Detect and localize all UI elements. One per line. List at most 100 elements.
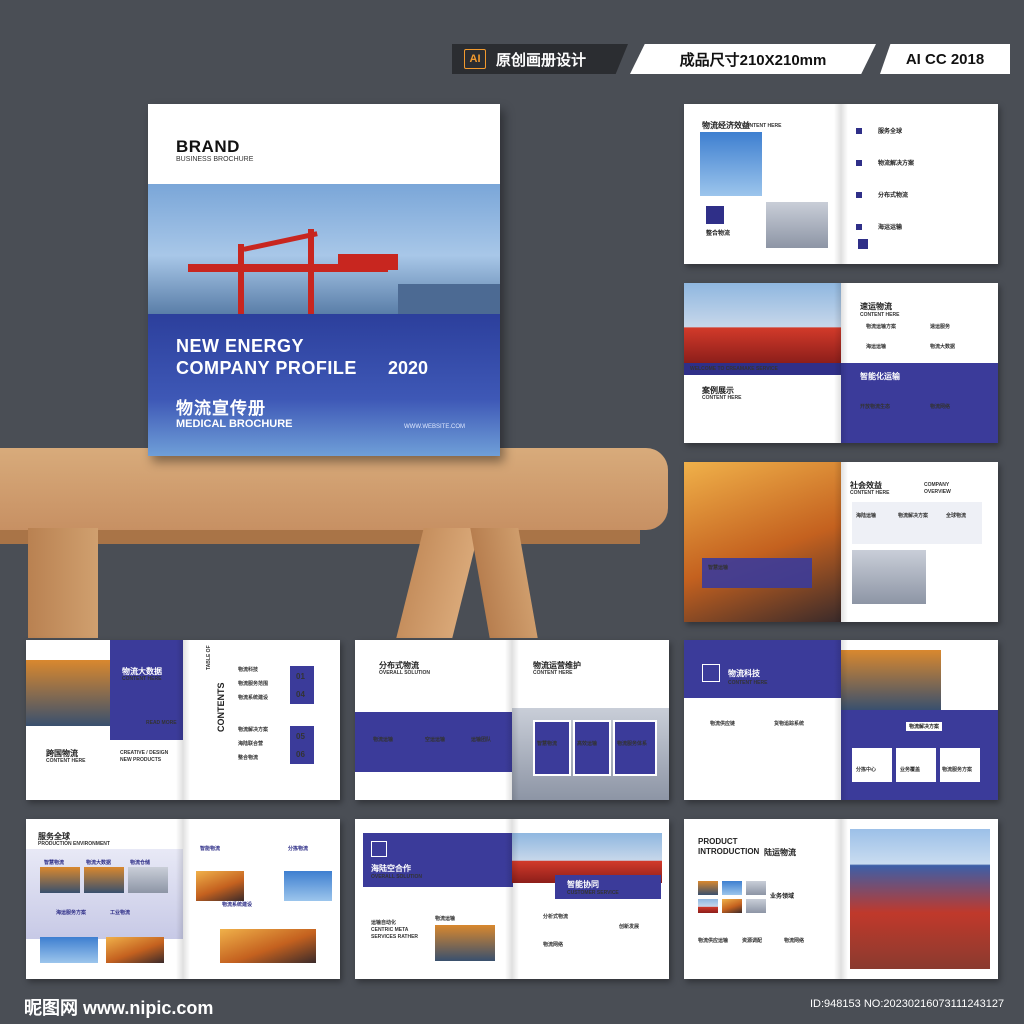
version-badge: AI CC 2018 [880, 44, 1010, 74]
site-watermark: 昵图网 www.nipic.com [24, 998, 214, 1018]
list-item: CENTRIC META [371, 927, 409, 933]
cover-headline: COMPANY PROFILE [176, 358, 357, 378]
spread-subtitle: PRODUCTION ENVIRONMENT [38, 841, 110, 847]
tech-icon [702, 664, 720, 682]
spread-tech: 物流科技 CONTENT HERE 物流供应链 货物追踪系统 物流解决方案 分拣… [684, 640, 998, 800]
table-leg [396, 528, 480, 638]
size-label: 成品尺寸210X210mm [679, 51, 827, 69]
airplane-photo [700, 132, 762, 196]
cover-title-zh: 物流宣传册 [176, 399, 266, 418]
table-leg [470, 528, 538, 638]
toc-label: TABLE OF [206, 645, 212, 670]
toc-entry: 整合物流 [238, 755, 259, 761]
spread-subtitle: CONTENT HERE [533, 670, 573, 676]
list-item: 物流运输方案 [866, 324, 897, 330]
grid-label: 物流仓储 [130, 860, 151, 866]
spread-title: 物流科技 [728, 669, 760, 678]
version-label: AI CC 2018 [905, 50, 985, 68]
card-label: 业务覆盖 [900, 767, 921, 773]
ship-photo [684, 283, 841, 363]
spread-subtitle: CONTENT HERE [742, 123, 782, 129]
spread-title: INTRODUCTION [698, 847, 760, 856]
spread-express: WELCOME TO CREAMAKE SERVICE 案例展示 CONTENT… [684, 283, 998, 443]
list-item: 服务全球 [878, 129, 903, 135]
photo-caption: 智慧运输 [708, 565, 729, 571]
toc-entry: 物流系统建设 [238, 695, 269, 701]
spread-product: PRODUCT INTRODUCTION 陆运物流 业务领域 物流供应运输 资源… [684, 819, 998, 979]
grid-label: 智慧物流 [44, 860, 65, 866]
spread-title: PRODUCT [698, 837, 738, 846]
list-item: 创新发展 [619, 924, 640, 930]
spread-social: 智慧运输 社会效益 CONTENT HERE COMPANY OVERVIEW … [684, 462, 998, 622]
overview-label: OVERVIEW [924, 489, 951, 495]
icon-label: 物流运输 [373, 737, 394, 743]
list-item: 物流大数据 [930, 344, 956, 350]
table-leg [28, 528, 98, 638]
section-subtitle: CONTENT HERE [46, 758, 86, 764]
airplane-photo [220, 929, 316, 963]
image-id: ID:948153 NO:20230216073111243127 [810, 998, 1005, 1010]
panel-item: 物流网络 [930, 404, 951, 410]
feature-label: 物流解决方案 [906, 722, 943, 731]
grid-label: 海运服务方案 [56, 910, 87, 916]
feature-label: 物流供应运输 [698, 938, 729, 944]
grid-label: 工业物流 [110, 910, 131, 916]
spread-subtitle: CONTENT HERE [850, 490, 890, 496]
brand-title: BRAND [176, 137, 240, 156]
spread-global: 服务全球 PRODUCTION ENVIRONMENT 智慧物流 物流大数据 物… [26, 819, 340, 979]
spread-subtitle: CONTENT HERE [728, 680, 768, 686]
list-item: 分析式物流 [543, 914, 569, 920]
card-label: 物流服务体系 [617, 741, 648, 747]
spread-economic: 物流经济效益 CONTENT HERE 整合物流 服务全球 物流解决方案 分布式… [684, 104, 998, 264]
illustrator-icon: AI [464, 49, 486, 69]
feature-label: 物流网络 [784, 938, 805, 944]
toc-entry: 海陆联合营 [238, 741, 264, 747]
overview-label: COMPANY [924, 482, 950, 488]
icon-label: 运输团队 [471, 737, 492, 743]
spread-subtitle: OVERALL SOLUTION [379, 670, 431, 676]
spread-distributed: 分布式物流 OVERALL SOLUTION 物流运输 空运运输 运输团队 物流… [355, 640, 669, 800]
toc-entry: 物流服务范围 [238, 681, 269, 687]
toc-entry: 物流科技 [238, 667, 259, 673]
cover-headline: NEW ENERGY [176, 336, 305, 356]
tagline: NEW PRODUCTS [120, 757, 162, 763]
format-label: 原创画册设计 [496, 51, 587, 69]
timeline-label: 分拣物流 [288, 846, 309, 852]
grid-label: 物流大数据 [86, 860, 112, 866]
brochure-cover: BRAND BUSINESS BROCHURE NEW ENERGY COMPA… [148, 104, 500, 456]
list-item: SERVICES RATHER [371, 934, 419, 940]
feature-label: 货物追踪系统 [774, 721, 805, 727]
section-title: 业务领域 [770, 894, 795, 900]
list-item: 物流网络 [543, 942, 564, 948]
containers-photo [850, 829, 990, 969]
toc-entry: 物流解决方案 [238, 727, 269, 733]
port-crane-photo [148, 184, 500, 314]
plus-icon [706, 206, 724, 224]
panel-item: 开放物流生态 [860, 404, 891, 410]
list-item: 运输自动化 [371, 920, 397, 926]
card-label: 物流服务方案 [942, 767, 973, 773]
list-item: 物流运输 [435, 916, 456, 922]
card-label: 物流解决方案 [898, 513, 929, 519]
cover-title-en: MEDICAL BROCHURE [176, 418, 293, 430]
section-subtitle: CONTENT HERE [702, 395, 742, 401]
icon-label: 空运运输 [425, 737, 446, 743]
format-badge: AI 原创画册设计 [452, 44, 628, 74]
panel-title: 智能化运输 [860, 372, 900, 381]
read-more-link[interactable]: READ MORE [146, 720, 177, 726]
warehouse-photo [26, 660, 110, 726]
shelves-photo [841, 650, 941, 710]
spread-subtitle: CONTENT HERE [860, 312, 900, 318]
spread-title: 速运物流 [860, 302, 892, 311]
list-item: 海运运输 [866, 344, 887, 350]
triangle-icon [371, 841, 387, 857]
cover-website: WWW.WEBSITE.COM [404, 424, 465, 430]
card-label: 分拣中心 [856, 767, 877, 773]
list-item: 物流解决方案 [878, 161, 915, 167]
brand-subtitle: BUSINESS BROCHURE [176, 156, 254, 163]
toc-number: 06 [296, 750, 305, 759]
timeline-label: 智能物流 [200, 846, 221, 852]
toc-number: 05 [296, 732, 305, 741]
table-top [0, 448, 668, 530]
spread-subtitle: OVERALL SOLUTION [371, 874, 423, 880]
